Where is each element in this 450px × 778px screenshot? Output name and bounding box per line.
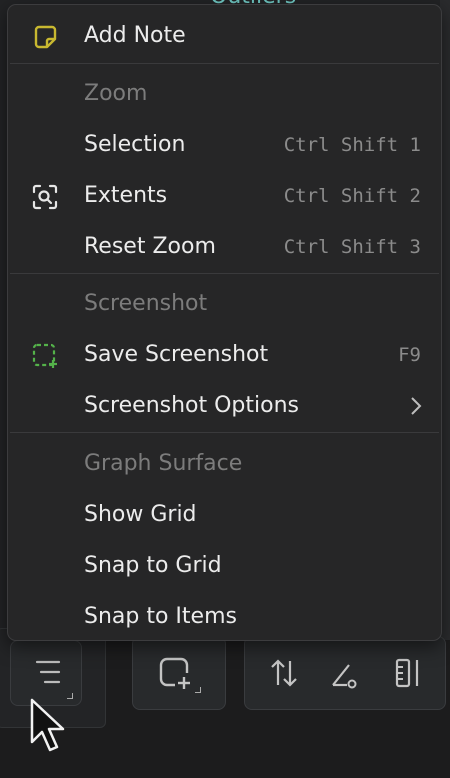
ruler-icon[interactable] [393, 657, 423, 689]
shortcut-label: Ctrl Shift 1 [283, 134, 421, 156]
add-node-icon [159, 657, 190, 689]
menu-item-label: Selection [84, 132, 186, 157]
section-header-graph-surface: Graph Surface [84, 451, 243, 476]
menu-divider [10, 273, 439, 274]
section-header-zoom: Zoom [84, 81, 148, 106]
shortcut-label: F9 [398, 344, 421, 366]
screenshot-add-icon [32, 343, 57, 368]
sort-arrows-icon[interactable] [269, 657, 299, 689]
menu-item-label: Snap to Items [84, 604, 237, 629]
menu-divider [10, 432, 439, 433]
menu-item-label: Screenshot Options [84, 393, 300, 418]
shortcut-label: Ctrl Shift 2 [283, 185, 421, 207]
expand-corner-icon [195, 687, 201, 693]
chevron-right-icon [411, 397, 422, 415]
shortcut-label: Ctrl Shift 3 [283, 236, 421, 258]
menu-item-label: Show Grid [84, 502, 197, 527]
menu-item-label: Reset Zoom [84, 234, 216, 259]
menu-item-show-grid[interactable]: Show Grid [8, 490, 441, 540]
menu-item-label: Save Screenshot [84, 342, 269, 367]
menu-item-snap-to-grid[interactable]: Snap to Grid [8, 541, 441, 591]
menu-item-extents[interactable]: Extents Ctrl Shift 2 [8, 171, 441, 221]
mouse-cursor-icon [30, 698, 65, 752]
menu-item-add-note[interactable]: Add Note [8, 11, 441, 61]
add-shape-button[interactable] [132, 636, 226, 710]
menu-item-selection[interactable]: Selection Ctrl Shift 1 [8, 120, 441, 170]
layout-tools-group [244, 636, 446, 710]
context-menu: Add Note Zoom Selection Ctrl Shift 1 Ext… [7, 4, 442, 641]
menu-item-reset-zoom[interactable]: Reset Zoom Ctrl Shift 3 [8, 222, 441, 272]
curve-connector-icon[interactable] [329, 657, 361, 689]
menu-item-snap-to-items[interactable]: Snap to Items [8, 592, 441, 642]
zoom-extents-icon [32, 184, 58, 210]
menu-toggle-button[interactable] [10, 640, 82, 706]
menu-item-save-screenshot[interactable]: Save Screenshot F9 [8, 330, 441, 380]
menu-item-label: Add Note [84, 23, 186, 48]
menu-item-screenshot-options[interactable]: Screenshot Options [8, 381, 441, 431]
menu-item-label: Extents [84, 183, 168, 208]
section-header-screenshot: Screenshot [84, 291, 208, 316]
menu-divider [10, 63, 439, 64]
sticky-note-icon [34, 25, 57, 49]
menu-item-label: Snap to Grid [84, 553, 222, 578]
list-menu-icon [35, 660, 61, 684]
